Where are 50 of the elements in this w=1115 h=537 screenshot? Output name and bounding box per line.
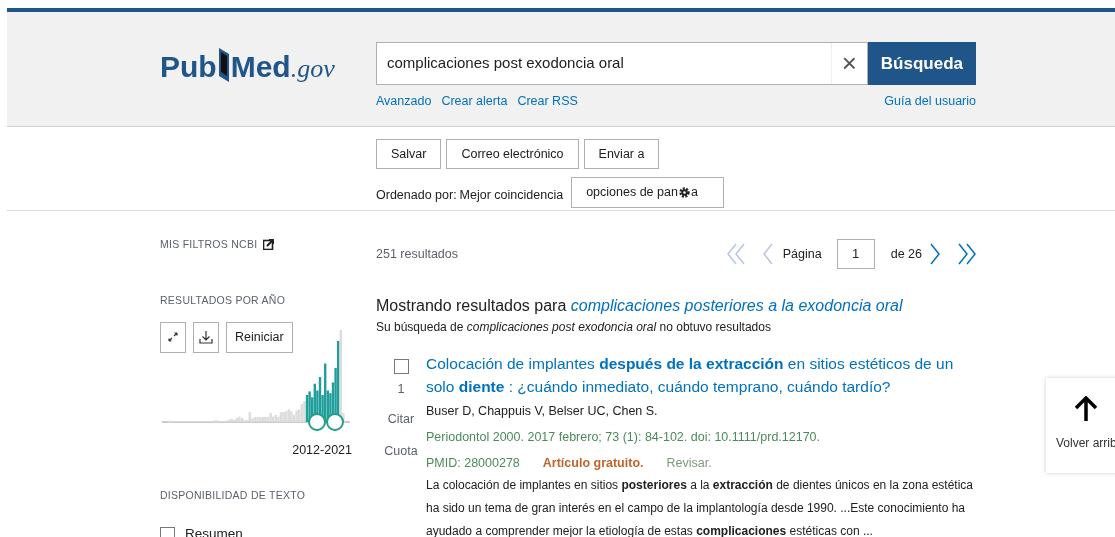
authors-text: Buser D, Chappuis V, Belser UC, Chen S. — [426, 403, 659, 420]
range-handle[interactable] — [308, 412, 326, 431]
section-heading: RESULTADOS POR AÑO — [160, 292, 287, 308]
book-icon — [216, 48, 231, 82]
reset-button[interactable]: Reiniciar — [226, 321, 293, 353]
user-guide-link[interactable]: Guía del usuario — [884, 92, 976, 111]
checkbox[interactable] — [160, 526, 175, 537]
action-button[interactable]: Enviar a — [583, 139, 660, 169]
next-page-icon[interactable] — [930, 243, 940, 265]
sort-dropdown[interactable]: Mejor coincidencia — [459, 186, 564, 205]
page-label: Página — [782, 245, 822, 263]
sort-label: Ordenado por: — [376, 187, 457, 205]
expand-icon — [168, 332, 178, 342]
action-button[interactable]: Salvar — [376, 139, 442, 169]
review-label: Revisar. — [666, 454, 712, 472]
up-arrow-icon — [1074, 396, 1098, 422]
search-button[interactable]: Búsqueda — [867, 42, 976, 85]
share-button[interactable]: Cuota — [384, 441, 418, 461]
result-title-link[interactable]: Colocación de implantes después de la extracción en sitios estéticos de un solo diente : ¿cuándo inmediato, cuándo temprano, cuándo tardío? — [426, 352, 976, 398]
external-link-icon[interactable] — [263, 239, 275, 251]
action-button[interactable]: Correo electrónico — [446, 139, 579, 169]
results-count: 251 resultados — [376, 245, 458, 263]
search-option-link[interactable]: Crear alerta — [441, 92, 508, 111]
result-number: 1 — [397, 381, 405, 398]
search-field[interactable]: complicaciones post exodoncia oral × — [376, 42, 868, 85]
download-button[interactable] — [193, 321, 219, 353]
corrected-query-link[interactable]: complicaciones posteriores a la exodoncia oral — [570, 297, 903, 314]
display-options-button[interactable]: opciones de pan a — [571, 177, 725, 208]
search-option-link[interactable]: Avanzado — [376, 92, 432, 111]
expand-button[interactable] — [160, 321, 186, 353]
clear-button[interactable]: × — [830, 43, 867, 84]
free-article-label: Artículo gratuito. — [542, 454, 644, 472]
pubmed-logo[interactable]: Pub Med.gov — [160, 12, 376, 82]
year-range-label: 2012-2021 — [291, 441, 352, 459]
filters-heading[interactable]: MIS FILTROS NCBI — [160, 237, 258, 253]
checkbox[interactable] — [393, 359, 409, 374]
page-total: de 26 — [890, 245, 922, 263]
page-number-field[interactable]: 1 — [836, 239, 875, 269]
showing-results-text: Mostrando resultados para — [376, 297, 567, 314]
abstract-snippet: La colocación de implantes en sitios posteriores a la extracción de dientes únicos en la zona estética ha sido un tema de gran interés en el campo de la implantología desde 1990. ...Este conocimiento ha ayudado a comprender mejor la etiología de estas complicaciones estéticas con ... — [426, 477, 974, 537]
section-heading: DISPONIBILIDAD DE TEXTO — [160, 488, 307, 504]
no-results-note: Su búsqueda de complicaciones post exodoncia oral no obtuvo resultados — [376, 319, 772, 336]
range-handle[interactable] — [326, 412, 344, 431]
gear-icon — [677, 186, 691, 199]
last-page-icon[interactable] — [958, 243, 976, 265]
citation-text: Periodontol 2000. 2017 febrero; 73 (1): 84-102. doi: 10.1111/prd.12170. — [426, 428, 822, 446]
search-option-link[interactable]: Crear RSS — [517, 92, 578, 111]
pmid-text: PMID: 28000278 — [426, 454, 520, 472]
download-icon — [199, 330, 213, 344]
cite-button[interactable]: Citar — [387, 409, 415, 429]
